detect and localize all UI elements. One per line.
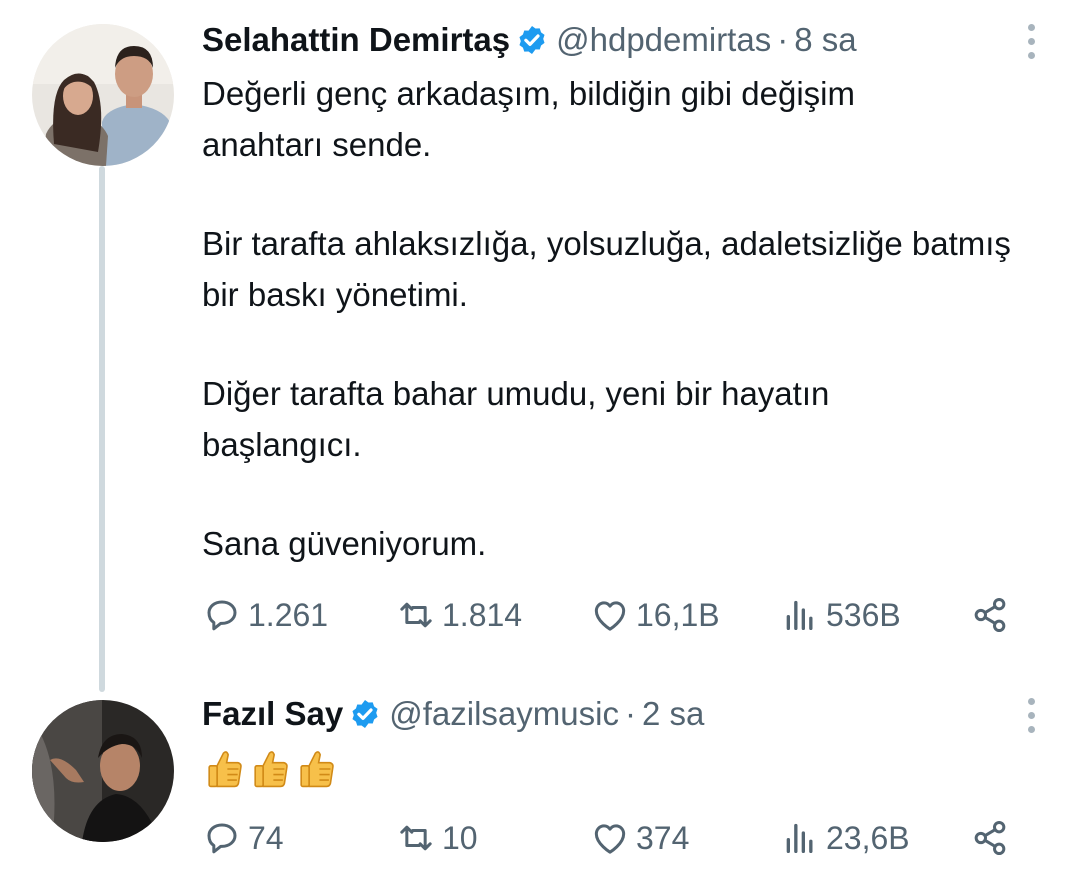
retweet-icon	[400, 602, 432, 628]
like-count: 16,1B	[636, 596, 720, 633]
avatar-demirtas[interactable]	[32, 24, 174, 166]
views-chart-icon	[786, 600, 813, 630]
author-name[interactable]: Selahattin Demirtaş	[202, 21, 510, 59]
thumbs-up-emoji-icon	[300, 751, 334, 788]
retweet-button[interactable]: 1.814	[396, 589, 522, 641]
views-count: 23,6B	[826, 819, 910, 856]
reply-icon	[207, 823, 237, 854]
reply-button[interactable]: 74	[202, 812, 284, 864]
share-button[interactable]	[970, 812, 1016, 864]
author-handle[interactable]: @hdpdemirtas	[556, 21, 771, 59]
tweet-actions: 74 10 374 23,6B	[202, 812, 1032, 864]
thread-connector-line	[99, 166, 105, 692]
tweet-time[interactable]: 2 sa	[642, 695, 704, 733]
reply-icon	[207, 600, 237, 631]
like-count: 374	[636, 819, 690, 856]
tweet-actions: 1.261 1.814 16,1B 536B	[202, 589, 1032, 641]
reply-count: 74	[248, 819, 284, 856]
views-count: 536B	[826, 596, 901, 633]
views-chart-icon	[786, 823, 813, 853]
tweet-body: Değerli genç arkadaşım, bildiğin gibi de…	[202, 68, 1042, 569]
share-button[interactable]	[970, 589, 1016, 641]
share-icon	[974, 598, 1006, 632]
tweet-paragraph: Bir tarafta ahlaksızlığa, yolsuzluğa, ad…	[202, 225, 1011, 313]
separator-dot: ·	[624, 695, 636, 732]
views-button[interactable]: 23,6B	[780, 812, 910, 864]
thumbs-up-emoji-icon	[208, 751, 242, 788]
heart-icon	[594, 601, 626, 631]
share-icon	[974, 821, 1006, 855]
author-name[interactable]: Fazıl Say	[202, 695, 343, 733]
thumbs-up-emoji-icon	[254, 751, 288, 788]
tweet-paragraph: Diğer tarafta bahar umudu, yeni bir haya…	[202, 375, 830, 463]
tweet-body-emojis	[206, 748, 336, 790]
reply-button[interactable]: 1.261	[202, 589, 328, 641]
heart-icon	[594, 824, 626, 854]
like-button[interactable]: 16,1B	[590, 589, 720, 641]
tweet-header: Selahattin Demirtaş @hdpdemirtas · 8 sa	[202, 16, 857, 64]
retweet-button[interactable]: 10	[396, 812, 478, 864]
more-vertical-icon[interactable]	[1026, 698, 1036, 733]
more-vertical-icon[interactable]	[1026, 24, 1036, 59]
views-button[interactable]: 536B	[780, 589, 901, 641]
retweet-count: 10	[442, 819, 478, 856]
verified-badge-icon[interactable]	[516, 24, 548, 56]
verified-badge-icon[interactable]	[349, 698, 381, 730]
tweet-paragraph: Sana güveniyorum.	[202, 525, 487, 562]
retweet-icon	[400, 825, 432, 851]
separator-dot: ·	[777, 21, 789, 58]
tweet-header: Fazıl Say @fazilsaymusic · 2 sa	[202, 690, 704, 738]
tweet-time[interactable]: 8 sa	[794, 21, 856, 59]
avatar-fazilsay[interactable]	[32, 700, 174, 842]
author-handle[interactable]: @fazilsaymusic	[389, 695, 619, 733]
like-button[interactable]: 374	[590, 812, 689, 864]
retweet-count: 1.814	[442, 596, 523, 633]
reply-count: 1.261	[248, 596, 329, 633]
tweet-paragraph: Değerli genç arkadaşım, bildiğin gibi de…	[202, 75, 855, 163]
